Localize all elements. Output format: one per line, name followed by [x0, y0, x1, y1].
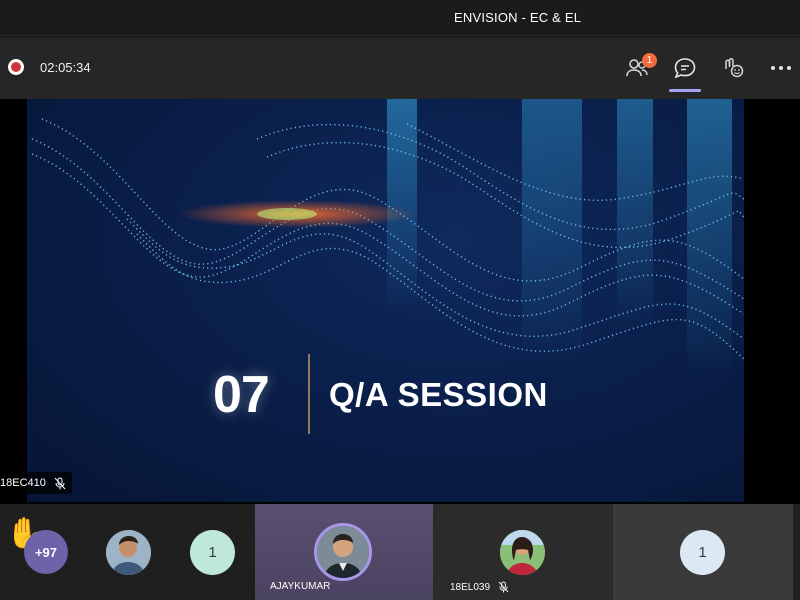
- slide-title: Q/A SESSION: [329, 376, 548, 413]
- window-title: ENVISION - EC & EL: [454, 10, 582, 25]
- slide-divider: [308, 354, 310, 434]
- participant-tile-ajaykumar[interactable]: AJAYKUMAR: [255, 504, 433, 600]
- chat-button[interactable]: [668, 51, 702, 92]
- more-icon: [771, 66, 791, 70]
- participant-name: AJAYKUMAR: [270, 581, 331, 592]
- participants-button[interactable]: 1: [620, 51, 657, 85]
- record-icon: [8, 59, 24, 75]
- participant-count-badge[interactable]: 1: [680, 530, 725, 575]
- meeting-toolbar: 02:05:34 1: [0, 37, 800, 99]
- participants-badge: 1: [642, 53, 657, 68]
- participant-tile-18el039[interactable]: 18EL039: [433, 504, 613, 600]
- mic-off-icon: [54, 477, 66, 489]
- teams-meeting-window: ENVISION - EC & EL 02:05:34 1 07 Q/A SES…: [0, 0, 800, 600]
- participant-tile-overflow[interactable]: 1: [613, 504, 793, 600]
- reactions-button[interactable]: [716, 51, 750, 85]
- overflow-participants-button[interactable]: +97: [24, 530, 68, 574]
- more-options-button[interactable]: [764, 51, 798, 85]
- presenter-name: 18EC410: [0, 477, 46, 489]
- participant-name: 18EL039: [450, 581, 491, 593]
- title-bar: ENVISION - EC & EL: [0, 0, 800, 36]
- participant-count-badge[interactable]: 1: [190, 530, 235, 575]
- chat-active-indicator: [669, 89, 701, 92]
- avatar[interactable]: [106, 530, 151, 575]
- mic-off-icon: [498, 581, 509, 593]
- avatar: [500, 530, 545, 575]
- chat-icon: [674, 58, 696, 79]
- person-photo: [317, 526, 369, 578]
- participant-tile-group[interactable]: ✋ +97 1: [0, 504, 255, 600]
- participant-strip: ✋ +97 1 AJAYKUMAR 18EL039 1: [0, 504, 800, 600]
- recording-timer: 02:05:34: [40, 60, 91, 75]
- person-photo: [106, 530, 151, 575]
- shared-screen-stage: 07 Q/A SESSION 18EC410: [0, 99, 800, 504]
- person-photo: [500, 530, 545, 575]
- avatar: [314, 523, 372, 581]
- presentation-slide: 07 Q/A SESSION: [27, 99, 744, 502]
- slide-section-number: 07: [213, 366, 270, 424]
- presenter-name-tag: 18EC410: [0, 472, 72, 494]
- participant-name-row: 18EL039: [450, 581, 509, 593]
- particle-wave-graphic: [31, 99, 744, 379]
- reactions-icon: [725, 58, 744, 78]
